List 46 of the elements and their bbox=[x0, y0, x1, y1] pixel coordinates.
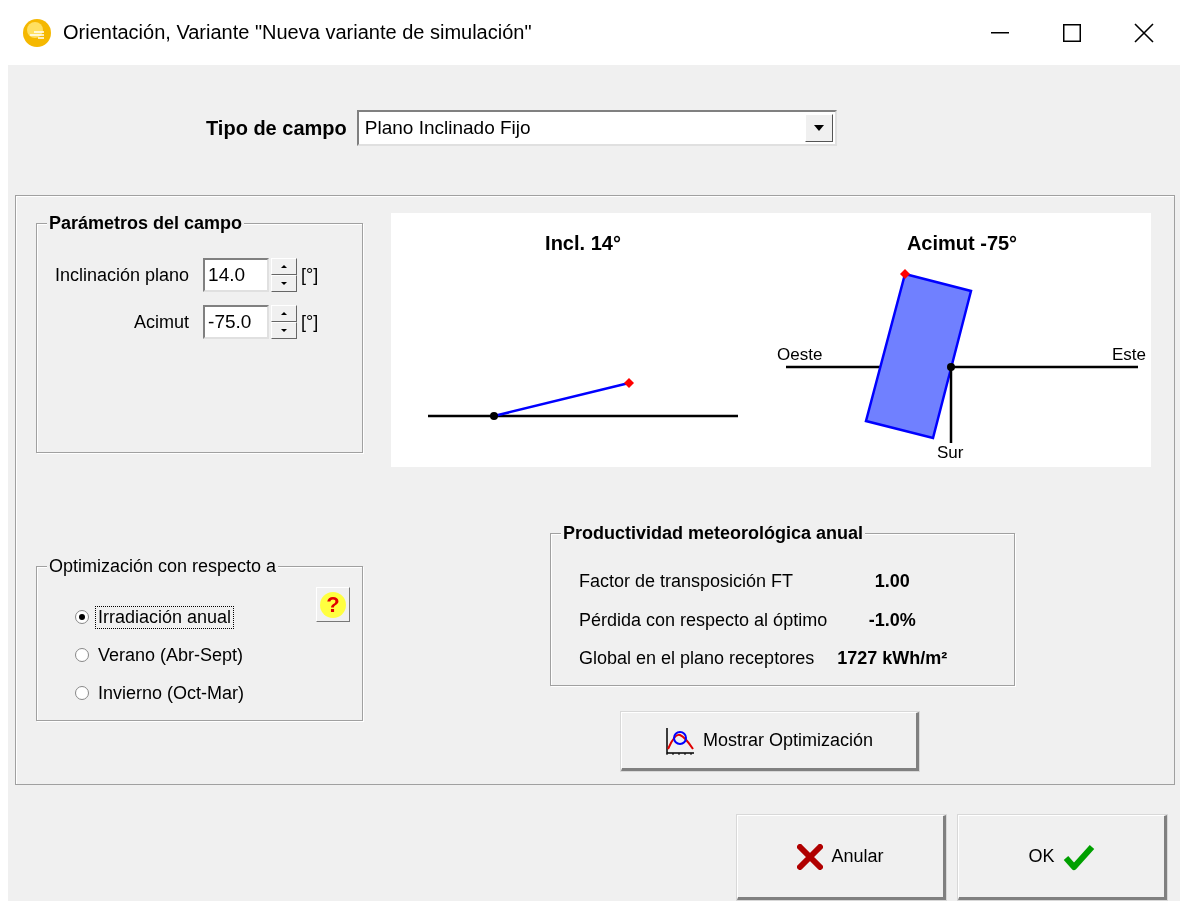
minimize-icon bbox=[991, 31, 1009, 34]
cross-icon bbox=[797, 843, 824, 870]
west-label: Oeste bbox=[777, 345, 823, 364]
show-optimization-button[interactable]: Mostrar Optimización bbox=[621, 712, 919, 771]
unit-label: [°] bbox=[301, 264, 319, 286]
help-button[interactable]: ? bbox=[316, 587, 350, 622]
arrow-down-icon bbox=[281, 329, 288, 332]
metric-label: Factor de transposición FT bbox=[579, 570, 795, 593]
maximize-icon bbox=[1063, 23, 1081, 42]
close-icon bbox=[1134, 22, 1154, 43]
cancel-button[interactable]: Anular bbox=[737, 815, 946, 900]
metric-value: 1.00 bbox=[874, 570, 910, 593]
number-input[interactable]: 14.0 bbox=[203, 258, 270, 292]
ok-button[interactable]: OK bbox=[958, 815, 1167, 900]
azimuth-title: Acimut -75° bbox=[906, 232, 1018, 254]
window-title: Orientación, Variante "Nueva variante de simulación" bbox=[63, 21, 533, 44]
arrow-up-icon bbox=[281, 312, 288, 315]
field-type-dropdown[interactable]: Plano Inclinado Fijo bbox=[356, 110, 837, 146]
checkmark-icon bbox=[1062, 842, 1095, 871]
unit-label: [°] bbox=[301, 311, 319, 333]
dropdown-arrow-icon bbox=[813, 125, 824, 131]
radio-button[interactable] bbox=[75, 648, 89, 662]
metric-label: Pérdida con respecto al óptimo bbox=[579, 608, 828, 632]
metric-label: Global en el plano receptores bbox=[579, 647, 816, 670]
arrow-down-icon bbox=[281, 282, 288, 285]
radio-button[interactable] bbox=[75, 686, 89, 700]
spin-down-button[interactable] bbox=[271, 322, 298, 339]
app-icon bbox=[22, 17, 52, 48]
field-label: Acimut bbox=[134, 311, 190, 333]
radio-label[interactable]: Irradiación anual bbox=[95, 605, 235, 629]
spin-up-button[interactable] bbox=[271, 258, 298, 275]
radio-button[interactable] bbox=[75, 610, 89, 624]
metric-value: 1727 kWh/m² bbox=[837, 647, 948, 670]
arrow-up-icon bbox=[281, 265, 288, 268]
spin-up-button[interactable] bbox=[271, 305, 298, 322]
radio-label[interactable]: Verano (Abr-Sept) bbox=[95, 643, 247, 667]
tilt-title: Incl. 14° bbox=[545, 232, 621, 254]
field-type-label: Tipo de campo bbox=[206, 116, 347, 140]
south-label: Sur bbox=[937, 443, 964, 462]
chart-icon bbox=[664, 726, 695, 755]
radio-label[interactable]: Invierno (Oct-Mar) bbox=[95, 681, 248, 705]
number-input[interactable]: -75.0 bbox=[203, 305, 270, 339]
spin-down-button[interactable] bbox=[271, 275, 298, 292]
east-label: Este bbox=[1111, 345, 1146, 364]
metric-value: -1.0% bbox=[868, 608, 916, 632]
field-label: Inclinación plano bbox=[55, 264, 190, 286]
